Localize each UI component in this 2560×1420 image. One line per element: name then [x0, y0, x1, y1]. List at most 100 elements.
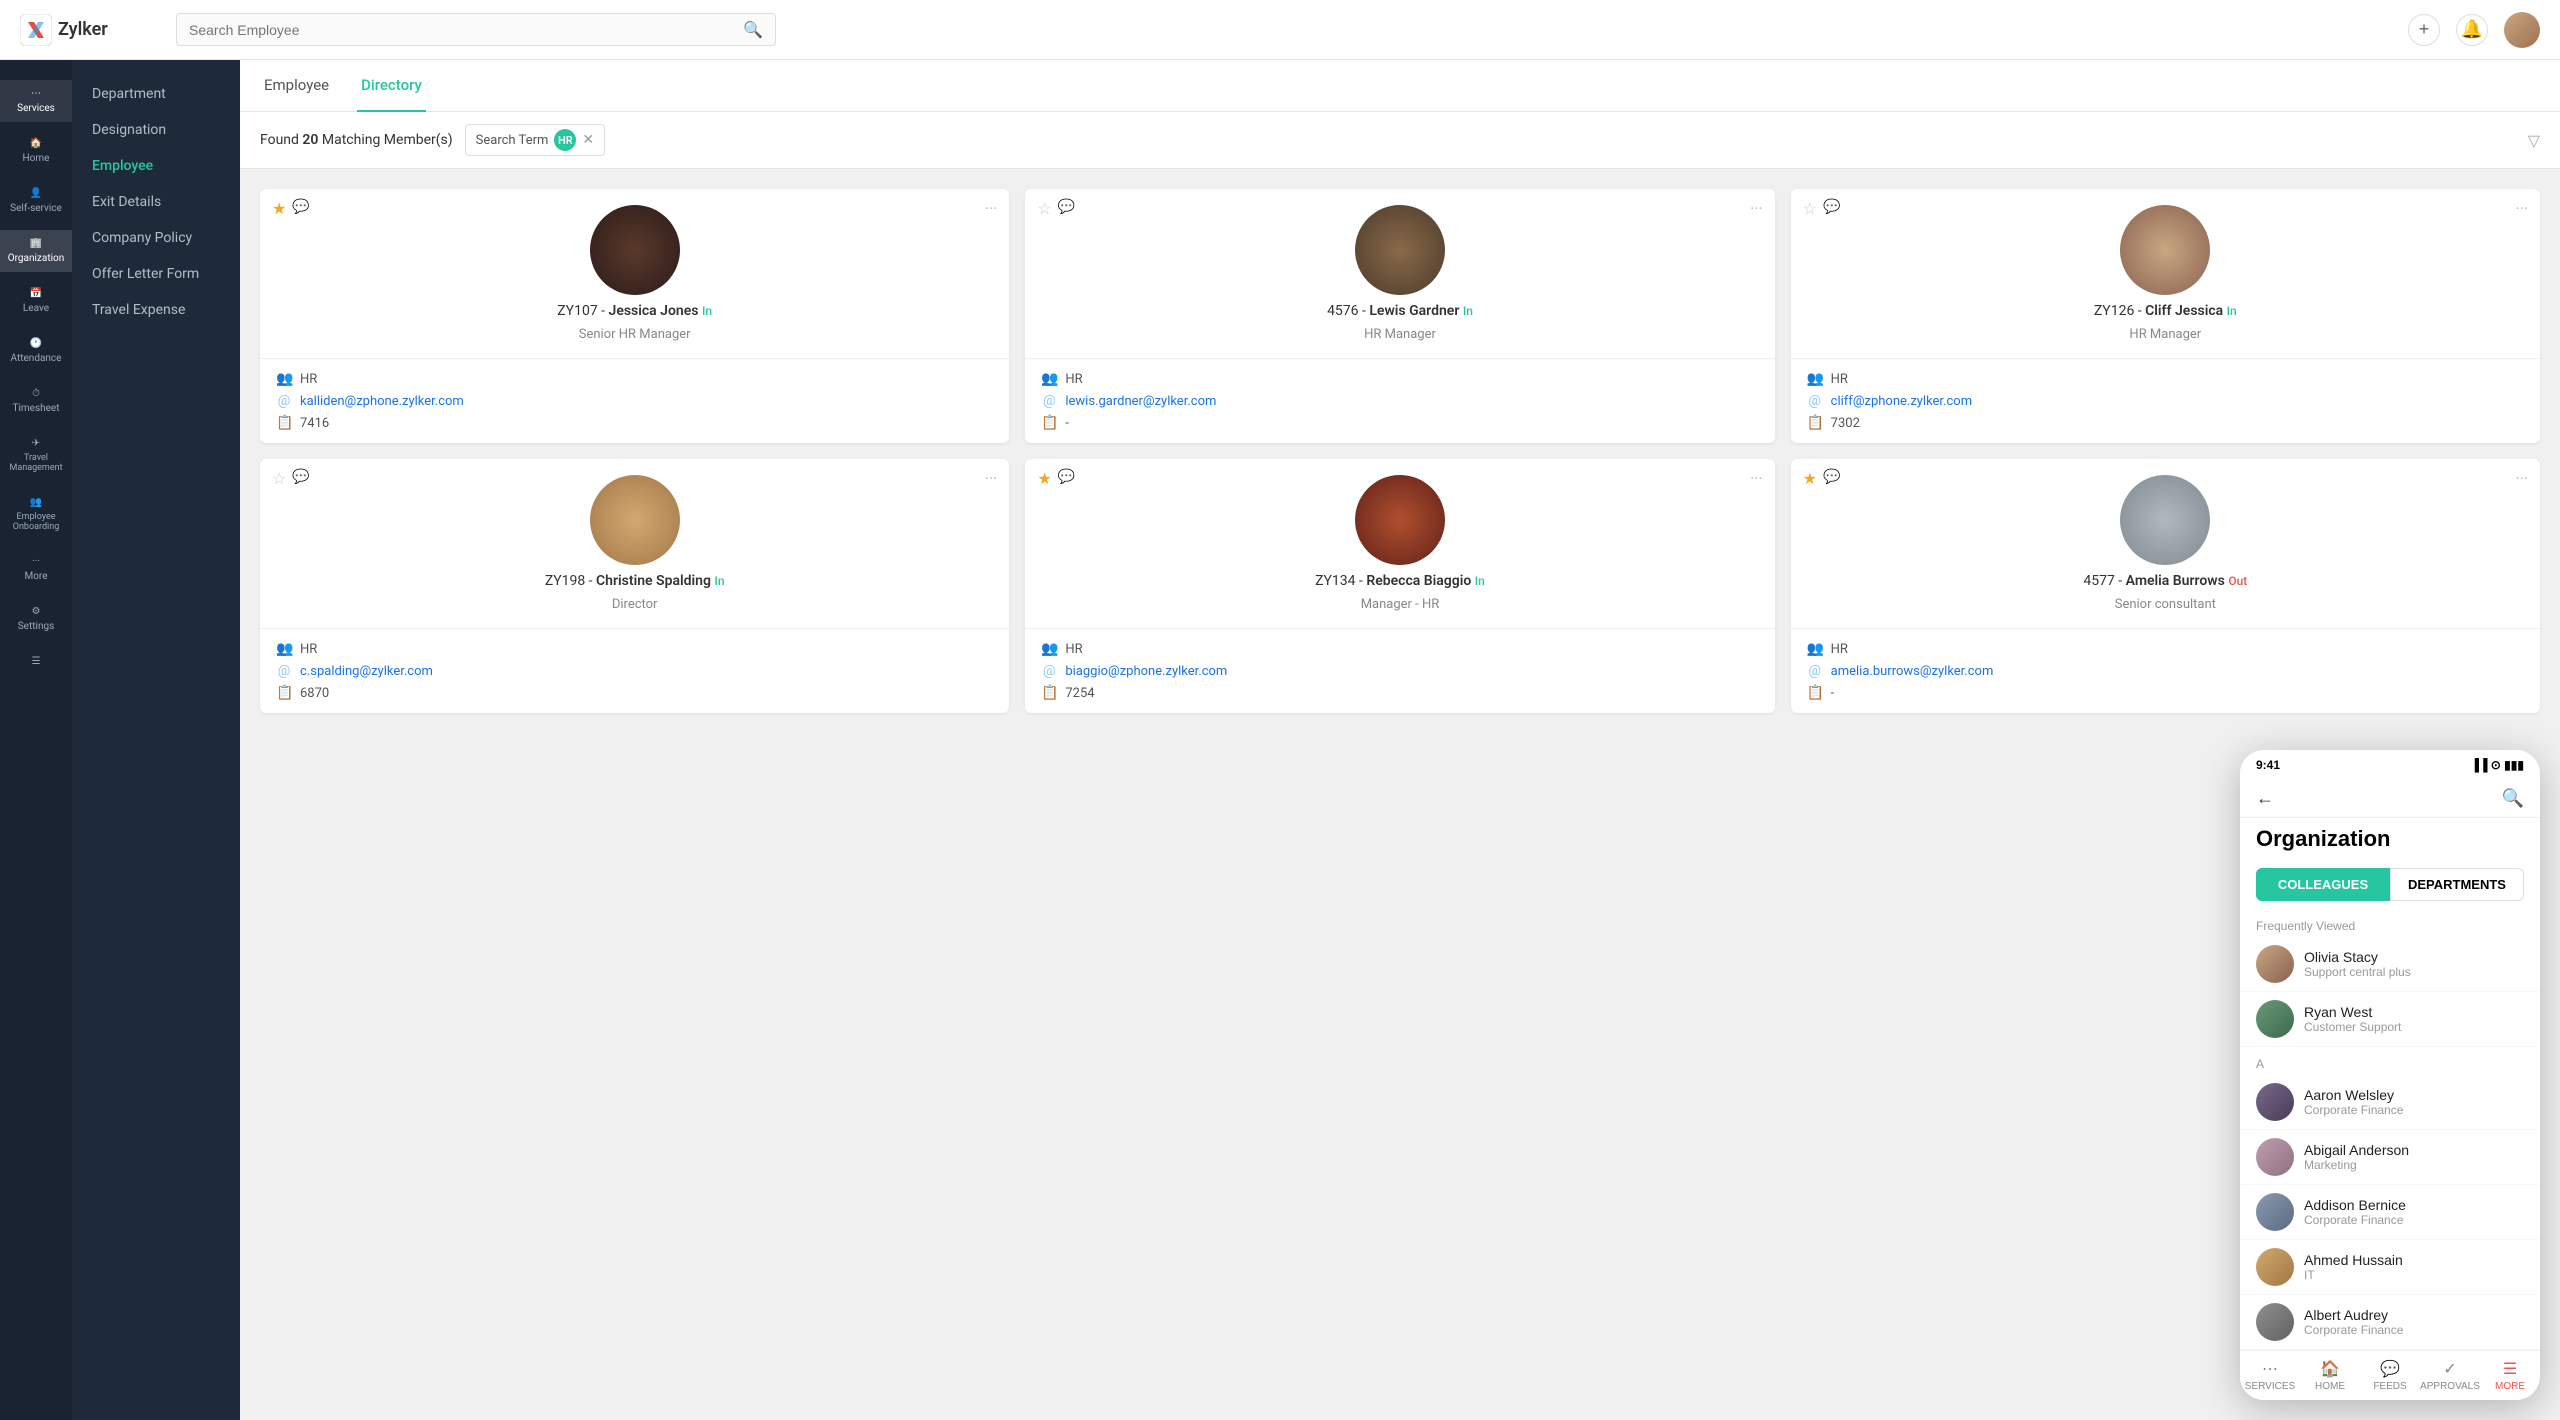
phone-bottom-more[interactable]: ☰MORE — [2480, 1359, 2540, 1392]
phone-tab-colleagues[interactable]: COLLEAGUES — [2256, 868, 2390, 901]
phone-tab-departments[interactable]: DEPARTMENTS — [2390, 868, 2524, 901]
phone-colleague-name: Olivia Stacy — [2304, 949, 2524, 965]
sidebar-icons: ⋯ Services 🏠 Home 👤 Self-service 🏢 Organ… — [0, 60, 72, 1420]
sidebar-icon-home[interactable]: 🏠 Home — [0, 130, 72, 172]
phone-bottom-services[interactable]: ⋯SERVICES — [2240, 1359, 2300, 1392]
sidebar: ⋯ Services 🏠 Home 👤 Self-service 🏢 Organ… — [0, 60, 240, 1420]
phone-colleague-row[interactable]: Olivia Stacy Support central plus — [2240, 937, 2540, 992]
close-badge-button[interactable]: ✕ — [582, 132, 594, 148]
card-more-button[interactable]: ··· — [1750, 469, 1763, 488]
card-bottom: 👥 HR @ lewis.gardner@zylker.com 📋 - — [1025, 359, 1774, 443]
phone-alpha-person-row[interactable]: Abigail Anderson Marketing — [2240, 1130, 2540, 1185]
sidebar-item-exit-details[interactable]: Exit Details — [72, 184, 240, 220]
phone-alpha-person-row[interactable]: Addison Bernice Corporate Finance — [2240, 1185, 2540, 1240]
employee-email[interactable]: c.spalding@zylker.com — [300, 664, 433, 679]
sidebar-item-offer-letter[interactable]: Offer Letter Form — [72, 256, 240, 292]
card-dept-row: 👥 HR — [1041, 371, 1758, 387]
employee-email[interactable]: lewis.gardner@zylker.com — [1065, 394, 1216, 409]
notification-button[interactable]: 🔔 — [2456, 14, 2488, 46]
phone-bottom-feeds[interactable]: 💬FEEDS — [2360, 1359, 2420, 1392]
phone-colleague-row[interactable]: Ryan West Customer Support — [2240, 992, 2540, 1047]
top-actions: + 🔔 — [2408, 12, 2540, 48]
dept-text: HR — [1831, 642, 1848, 657]
sidebar-icon-travel[interactable]: ✈ Travel Management — [0, 430, 72, 481]
user-avatar[interactable] — [2504, 12, 2540, 48]
employee-email[interactable]: biaggio@zphone.zylker.com — [1065, 664, 1227, 679]
card-more-button[interactable]: ··· — [985, 199, 998, 218]
chat-button[interactable]: 💬 — [1058, 469, 1075, 488]
employee-email[interactable]: amelia.burrows@zylker.com — [1831, 664, 1994, 679]
employee-role: Manager - HR — [1361, 597, 1440, 612]
employee-name: 4577 - Amelia Burrows Out — [2083, 573, 2247, 589]
employee-avatar — [1355, 205, 1445, 295]
chat-button[interactable]: 💬 — [1823, 199, 1840, 218]
sidebar-icon-leave[interactable]: 📅 Leave — [0, 280, 72, 322]
chat-button[interactable]: 💬 — [1823, 469, 1840, 488]
card-bottom: 👥 HR @ amelia.burrows@zylker.com 📋 - — [1791, 629, 2540, 713]
card-more-button[interactable]: ··· — [2515, 469, 2528, 488]
search-bar[interactable]: 🔍 — [176, 13, 776, 46]
self-service-icon: 👤 — [30, 188, 42, 199]
chat-button[interactable]: 💬 — [292, 199, 309, 218]
dept-icon: 👥 — [1041, 371, 1057, 387]
sidebar-icon-more[interactable]: ··· More — [0, 548, 72, 590]
sidebar-item-travel-expense[interactable]: Travel Expense — [72, 292, 240, 328]
star-button[interactable]: ☆ — [272, 469, 286, 488]
card-more-button[interactable]: ··· — [2515, 199, 2528, 218]
home-icon: 🏠 — [30, 138, 42, 149]
card-more-button[interactable]: ··· — [985, 469, 998, 488]
card-more-button[interactable]: ··· — [1750, 199, 1763, 218]
phone-alpha-info: Aaron Welsley Corporate Finance — [2304, 1087, 2524, 1117]
phone-bottom-home[interactable]: 🏠HOME — [2300, 1359, 2360, 1392]
sidebar-icon-timesheet[interactable]: ⏱ Timesheet — [0, 380, 72, 422]
sidebar-icon-services[interactable]: ⋯ Services — [0, 80, 72, 122]
phone-bottom-approvals[interactable]: ✓APPROVALS — [2420, 1359, 2480, 1392]
employee-role: HR Manager — [2129, 327, 2201, 342]
add-button[interactable]: + — [2408, 14, 2440, 46]
sidebar-icon-settings[interactable]: ⚙ Settings — [0, 598, 72, 640]
phone-alpha-person-row[interactable]: Ahmed Hussain IT — [2240, 1240, 2540, 1295]
tab-directory[interactable]: Directory — [357, 60, 426, 112]
search-icon[interactable]: 🔍 — [743, 20, 763, 39]
employee-email[interactable]: kalliden@zphone.zylker.com — [300, 394, 464, 409]
star-button[interactable]: ☆ — [1037, 199, 1051, 218]
card-bottom: 👥 HR @ kalliden@zphone.zylker.com 📋 7416 — [260, 359, 1009, 443]
sidebar-icon-organization[interactable]: 🏢 Organization — [0, 230, 72, 272]
phone-bottom-icon-approvals: ✓ — [2443, 1359, 2456, 1379]
star-button[interactable]: ★ — [272, 199, 286, 218]
chat-button[interactable]: 💬 — [292, 469, 309, 488]
phone-search-button[interactable]: 🔍 — [2502, 788, 2524, 809]
timesheet-icon: ⏱ — [32, 388, 40, 399]
sidebar-item-company-policy[interactable]: Company Policy — [72, 220, 240, 256]
employee-email[interactable]: cliff@zphone.zylker.com — [1831, 394, 1972, 409]
search-input[interactable] — [189, 22, 743, 38]
dept-icon: 👥 — [276, 371, 292, 387]
leave-label: Leave — [23, 303, 49, 314]
phone-back-button[interactable]: ← — [2256, 788, 2274, 809]
card-bottom: 👥 HR @ cliff@zphone.zylker.com 📋 7302 — [1791, 359, 2540, 443]
sidebar-icon-attendance[interactable]: 🕐 Attendance — [0, 330, 72, 372]
phone-colleague-info: Ryan West Customer Support — [2304, 1004, 2524, 1034]
sidebar-item-designation[interactable]: Designation — [72, 112, 240, 148]
phone-colleague-dept: Support central plus — [2304, 965, 2524, 979]
sidebar-item-employee[interactable]: Employee — [72, 148, 240, 184]
card-actions: ★ 💬 — [272, 199, 310, 218]
more-label: More — [24, 571, 47, 582]
card-actions: ☆ 💬 — [1037, 199, 1075, 218]
sidebar-icon-menu[interactable]: ☰ — [0, 648, 72, 675]
sidebar-icon-onboarding[interactable]: 👥 Employee Onboarding — [0, 489, 72, 540]
sidebar-item-department[interactable]: Department — [72, 76, 240, 112]
phone-alpha-person-row[interactable]: Aaron Welsley Corporate Finance — [2240, 1075, 2540, 1130]
dept-icon: 👥 — [276, 641, 292, 657]
star-button[interactable]: ★ — [1037, 469, 1051, 488]
search-term-badge: Search Term HR ✕ — [465, 124, 605, 156]
phone-alpha-person-row[interactable]: Albert Audrey Corporate Finance — [2240, 1295, 2540, 1350]
tab-employee[interactable]: Employee — [260, 60, 333, 112]
settings-icon: ⚙ — [32, 606, 41, 617]
star-button[interactable]: ☆ — [1803, 199, 1817, 218]
employee-name: ZY107 - Jessica Jones In — [557, 303, 712, 319]
chat-button[interactable]: 💬 — [1058, 199, 1075, 218]
sidebar-icon-self-service[interactable]: 👤 Self-service — [0, 180, 72, 222]
filter-icon-button[interactable]: ▽ — [2528, 131, 2540, 150]
star-button[interactable]: ★ — [1803, 469, 1817, 488]
